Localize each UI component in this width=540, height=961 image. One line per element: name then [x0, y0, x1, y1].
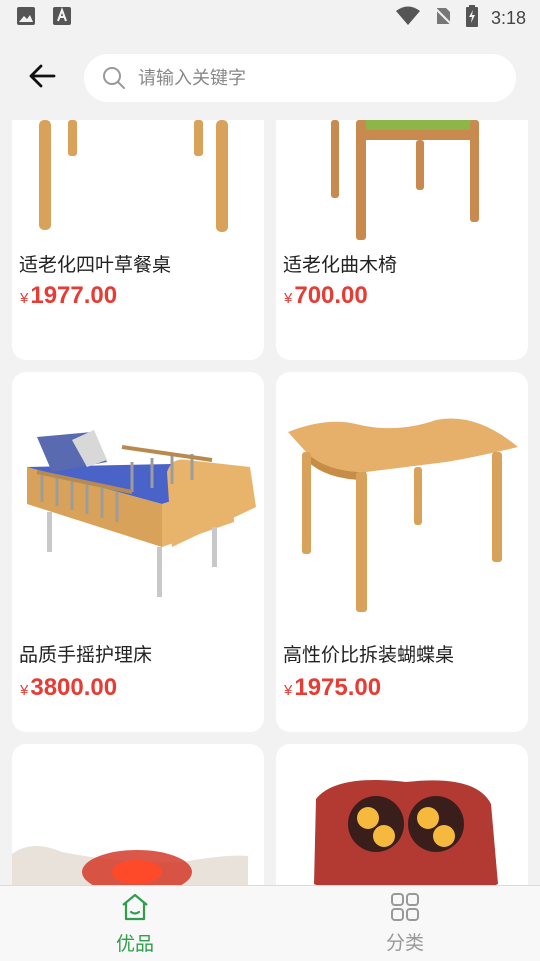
price-value: 700.00 [294, 282, 368, 309]
search-bar[interactable] [84, 54, 516, 102]
currency-symbol: ¥ [20, 682, 29, 699]
price-value: 1975.00 [294, 674, 382, 701]
tab-label: 分类 [385, 932, 424, 954]
product-price: ¥1977.00 [20, 282, 117, 310]
price-value: 3800.00 [30, 674, 118, 701]
header [0, 36, 540, 120]
product-card[interactable]: 适老化四叶草餐桌 ¥1977.00 [12, 120, 264, 360]
product-grid: 适老化四叶草餐桌 ¥1977.00 适老化曲木椅 ¥700.00 品质手摇护理床… [0, 120, 540, 885]
product-price: ¥3800.00 [20, 674, 117, 702]
product-title: 品质手摇护理床 [19, 644, 153, 666]
no-sim-icon [433, 6, 453, 30]
product-image-nursing-bed [12, 372, 264, 622]
product-title: 适老化四叶草餐桌 [19, 254, 172, 276]
product-card[interactable] [276, 744, 528, 885]
product-image-table [12, 120, 264, 240]
category-grid-icon [390, 892, 420, 926]
product-card[interactable]: 品质手摇护理床 ¥3800.00 [12, 372, 264, 732]
product-image-chair [276, 120, 528, 240]
font-a-icon [52, 6, 72, 30]
bottom-tab-bar: 优品 分类 [0, 885, 540, 961]
product-card[interactable]: 适老化曲木椅 ¥700.00 [276, 120, 528, 360]
image-icon [16, 6, 36, 30]
search-icon [102, 66, 126, 90]
product-image-massage-cushion [276, 744, 528, 885]
tab-label: 优品 [115, 933, 154, 955]
home-icon [119, 891, 151, 927]
tab-home[interactable]: 优品 [0, 886, 270, 961]
currency-symbol: ¥ [20, 290, 29, 307]
product-card[interactable]: 高性价比拆装蝴蝶桌 ¥1975.00 [276, 372, 528, 732]
product-price: ¥700.00 [284, 282, 368, 310]
product-image-neck-massager [12, 744, 264, 885]
currency-symbol: ¥ [284, 682, 293, 699]
product-title: 适老化曲木椅 [283, 254, 398, 276]
wifi-icon [395, 6, 421, 30]
tab-category[interactable]: 分类 [270, 886, 540, 961]
currency-symbol: ¥ [284, 290, 293, 307]
product-title: 高性价比拆装蝴蝶桌 [283, 644, 455, 666]
back-button[interactable] [22, 58, 62, 98]
product-card[interactable] [12, 744, 264, 885]
search-input[interactable] [136, 66, 500, 90]
battery-icon [465, 5, 479, 31]
product-price: ¥1975.00 [284, 674, 381, 702]
status-time: 3:18 [490, 7, 526, 28]
back-arrow-icon [28, 62, 56, 94]
price-value: 1977.00 [30, 282, 118, 309]
status-bar: 3:18 [0, 0, 540, 36]
product-image-butterfly-table [276, 372, 528, 622]
